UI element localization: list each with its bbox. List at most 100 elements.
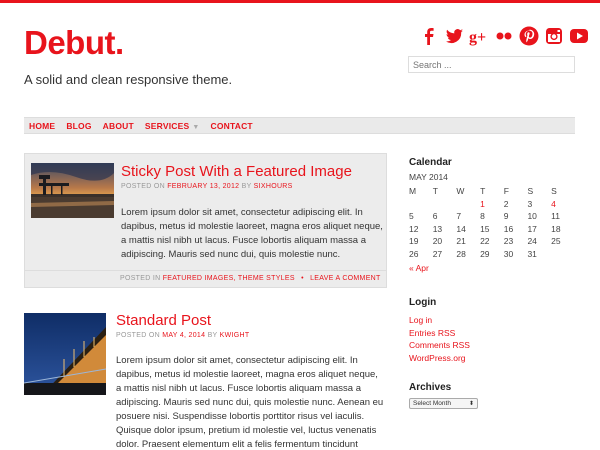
weekday-label: F	[503, 186, 509, 196]
calendar-weekday-row: MTWTFSS	[409, 186, 575, 199]
nav-services-label: SERVICES	[144, 120, 190, 131]
weekday-label: W	[456, 186, 465, 196]
social-icons: g+	[418, 25, 593, 47]
featured-image-pier[interactable]	[31, 163, 114, 218]
weekday-label: S	[527, 186, 534, 196]
calendar-day: 6	[432, 211, 438, 221]
meta-posted-in: POSTED IN	[120, 275, 161, 282]
calendar-day: 31	[527, 248, 537, 259]
calendar-day: 25	[551, 236, 561, 246]
entries-rss-link[interactable]: Entries RSS	[409, 327, 470, 340]
post-meta: POSTED ON MAY 4, 2014 BY KWIGHT	[116, 332, 249, 339]
weekday-label: T	[432, 186, 438, 196]
meta-by: BY	[207, 332, 218, 339]
post-meta: POSTED ON FEBRUARY 13, 2012 BY SIXHOURS	[121, 183, 293, 190]
category-links[interactable]: FEATURED IMAGES, THEME STYLES	[163, 275, 295, 282]
calendar-day[interactable]: 4	[551, 199, 575, 212]
calendar-day: 29	[480, 248, 490, 259]
google-plus-icon[interactable]: g+	[468, 25, 490, 47]
facebook-icon[interactable]	[418, 25, 440, 47]
calendar-day: 8	[480, 211, 485, 221]
calendar-day: 2	[503, 198, 509, 209]
calendar-day: 23	[503, 236, 514, 246]
pinterest-icon[interactable]	[518, 25, 540, 47]
archives-select[interactable]: Select Month ⬍	[409, 398, 478, 409]
weekday-label: M	[409, 186, 417, 196]
post-date[interactable]: MAY 4, 2014	[162, 332, 205, 339]
separator-dot: •	[301, 275, 304, 282]
calendar-day: 11	[551, 211, 560, 221]
featured-image-building[interactable]	[24, 313, 106, 395]
calendar-prev-link[interactable]: « Apr	[409, 263, 575, 273]
calendar-day	[551, 249, 575, 262]
twitter-icon[interactable]	[443, 25, 465, 47]
meta-label: POSTED ON	[121, 183, 165, 190]
post-excerpt: Lorem ipsum dolor sit amet, consectetur …	[121, 207, 383, 260]
nav-home[interactable]: HOME	[29, 121, 55, 131]
calendar-week-row: 19 20 21 22 23 24 25	[409, 236, 575, 249]
post-date[interactable]: FEBRUARY 13, 2012	[167, 183, 239, 190]
instagram-icon[interactable]	[543, 25, 565, 47]
calendar-day: 19	[409, 236, 419, 246]
calendar-grid: 1 2 3 4 5 6 7 8 9 10 11 12 13 14 15 16 17 18 19 20 21 22 23 24 2…	[409, 199, 575, 262]
svg-text:g+: g+	[469, 29, 486, 46]
calendar-day: 15	[480, 223, 490, 234]
calendar-day: 14	[456, 223, 466, 234]
calendar-caption: MAY 2014	[409, 172, 448, 182]
calendar-day	[433, 199, 457, 212]
comments-rss-link[interactable]: Comments RSS	[409, 339, 470, 352]
calendar-day: 24	[527, 236, 537, 246]
calendar-day: 20	[432, 236, 443, 246]
main-nav: HOME BLOG ABOUT SERVICES ▼ CONTACT	[24, 117, 575, 134]
post-author[interactable]: SIXHOURS	[254, 183, 293, 190]
post-title[interactable]: Standard Post	[116, 312, 211, 329]
calendar-day: 10	[527, 211, 537, 221]
post-excerpt: Lorem ipsum dolor sit amet, consectetur …	[116, 355, 384, 450]
calendar-week-row: 26 27 28 29 30 31	[409, 249, 575, 262]
nav-about[interactable]: ABOUT	[103, 121, 134, 131]
top-accent-bar	[0, 0, 600, 3]
calendar-day: 12	[409, 223, 419, 234]
youtube-icon[interactable]	[568, 25, 590, 47]
calendar-day: 22	[480, 236, 490, 246]
calendar-day: 26	[409, 248, 419, 259]
search-input[interactable]	[408, 56, 575, 73]
calendar-day: 28	[456, 248, 466, 259]
calendar-week-row: 5 6 7 8 9 10 11	[409, 211, 575, 224]
site-title[interactable]: Debut.	[24, 24, 124, 62]
calendar-day[interactable]: 1	[480, 199, 504, 212]
calendar-day: 5	[409, 211, 414, 221]
chevron-down-icon: ▼	[192, 123, 200, 131]
leave-comment-link[interactable]: LEAVE A COMMENT	[310, 275, 381, 282]
calendar-day: 30	[503, 248, 514, 259]
calendar-day	[456, 199, 480, 212]
flickr-icon[interactable]	[493, 25, 515, 47]
calendar-day: 7	[456, 211, 462, 221]
calendar-week-row: 12 3 4	[409, 199, 575, 212]
meta-label: POSTED ON	[116, 332, 160, 339]
calendar-day	[409, 199, 433, 212]
nav-contact[interactable]: CONTACT	[210, 121, 252, 131]
calendar-day: 27	[432, 248, 443, 259]
calendar-day: 21	[456, 236, 466, 246]
site-tagline: A solid and clean responsive theme.	[24, 72, 233, 87]
calendar-day: 13	[432, 223, 443, 234]
post-footer	[25, 270, 386, 271]
calendar-day: 9	[503, 211, 509, 221]
calendar-day: 16	[503, 223, 514, 234]
calendar-week-row: 12 13 14 15 16 17 18	[409, 224, 575, 237]
chevron-updown-icon: ⬍	[468, 401, 474, 407]
calendar-widget: MAY 2014 MTWTFSS 1 2 3 4 5 6 7 8 9 10 11 12 13 14 15 16…	[409, 172, 575, 273]
sticky-post: Sticky Post With a Featured Image POSTED…	[24, 153, 387, 288]
calendar-day: 18	[551, 223, 561, 234]
nav-services[interactable]: SERVICES ▼	[145, 121, 200, 131]
login-link[interactable]: Log in	[409, 314, 470, 327]
archives-title: Archives	[409, 382, 452, 393]
wordpress-link[interactable]: WordPress.org	[409, 352, 470, 365]
post-title[interactable]: Sticky Post With a Featured Image	[121, 163, 352, 180]
weekday-label: S	[551, 186, 557, 196]
post-author[interactable]: KWIGHT	[220, 332, 250, 339]
nav-blog[interactable]: BLOG	[66, 121, 91, 131]
post-categories: POSTED IN FEATURED IMAGES, THEME STYLES …	[120, 275, 381, 282]
meta-by: BY	[241, 183, 252, 190]
